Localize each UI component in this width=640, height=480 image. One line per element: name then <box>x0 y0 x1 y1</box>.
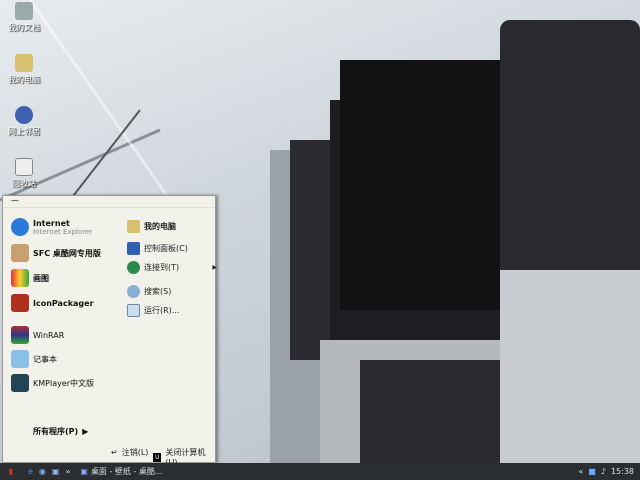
recycle-bin-icon <box>15 158 33 176</box>
menu-item-sfc[interactable]: SFC 桌酷网专用版 <box>11 244 101 262</box>
volume-icon[interactable]: ♪ <box>601 467 606 476</box>
window-icon: ▣ <box>80 467 88 476</box>
menu-item-kmplayer[interactable]: KMPlayer中文版 <box>11 374 94 392</box>
menu-item-paint[interactable]: 画图 <box>11 269 49 287</box>
start-button[interactable]: ▮ <box>0 465 22 478</box>
search-icon <box>127 285 140 298</box>
menu-item-internet[interactable]: Internet Internet Explorer <box>11 218 92 236</box>
logoff-button[interactable]: ↵ 注销(L) <box>111 447 148 458</box>
ie-icon <box>11 218 29 236</box>
network-tray-icon[interactable]: ■ <box>588 467 596 476</box>
menu-item-iconpackager[interactable]: IconPackager <box>11 294 94 312</box>
desktop-icon-network[interactable]: 网上邻居 <box>4 106 44 137</box>
all-programs-button[interactable]: 所有程序(P) ▶ <box>33 426 88 437</box>
desktop-icon-documents[interactable]: 我的文档 <box>4 2 44 33</box>
computer-icon <box>15 54 33 72</box>
menu-item-search[interactable]: 搜索(S) <box>127 285 171 298</box>
menu-item-notepad[interactable]: 记事本 <box>11 350 57 368</box>
quick-launch: e ◉ ▣ » <box>22 465 76 478</box>
paint-icon <box>11 269 29 287</box>
chevron-left-icon[interactable]: « <box>578 467 583 476</box>
iconpackager-icon <box>11 294 29 312</box>
taskbar: ▮ e ◉ ▣ » ▣ 桌面 - 壁纸 - 桌酷... « ■ ♪ 15:38 <box>0 463 640 480</box>
control-panel-icon <box>127 242 140 255</box>
power-icon: U <box>153 452 162 462</box>
media-player-icon[interactable]: ◉ <box>39 467 46 476</box>
kmplayer-icon <box>11 374 29 392</box>
ie-icon[interactable]: e <box>28 467 33 476</box>
submenu-arrow-icon: ▶ <box>212 264 217 271</box>
logoff-icon: ↵ <box>111 448 118 457</box>
system-tray: « ■ ♪ 15:38 <box>578 465 640 478</box>
network-icon <box>15 106 33 124</box>
computer-icon <box>127 220 140 233</box>
menu-item-control-panel[interactable]: 控制面板(C) <box>127 242 188 255</box>
notepad-icon <box>11 350 29 368</box>
sfc-icon <box>11 244 29 262</box>
connect-icon <box>127 261 140 274</box>
winrar-icon <box>11 326 29 344</box>
desktop-icon-recycle-bin[interactable]: 回收站 <box>4 158 44 189</box>
menu-item-winrar[interactable]: WinRAR <box>11 326 64 344</box>
chevron-right-icon[interactable]: » <box>65 467 70 476</box>
desktop-icon-computer[interactable]: 我的电脑 <box>4 54 44 85</box>
menu-item-my-computer[interactable]: 我的电脑 <box>127 220 176 233</box>
documents-icon <box>15 2 33 20</box>
start-menu: — Internet Internet Explorer SFC 桌酷网专用版 画… <box>2 195 217 467</box>
clock[interactable]: 15:38 <box>611 467 634 476</box>
menu-item-run[interactable]: 运行(R)... <box>127 304 179 317</box>
desktop-icon[interactable]: ▣ <box>52 467 60 476</box>
user-name: — <box>3 196 215 208</box>
menu-item-connect[interactable]: 连接到(T) ▶ <box>127 261 217 274</box>
run-icon <box>127 304 140 317</box>
taskbar-button-task[interactable]: ▣ 桌面 - 壁纸 - 桌酷... <box>76 465 196 478</box>
arrow-right-icon: ▶ <box>82 427 89 436</box>
